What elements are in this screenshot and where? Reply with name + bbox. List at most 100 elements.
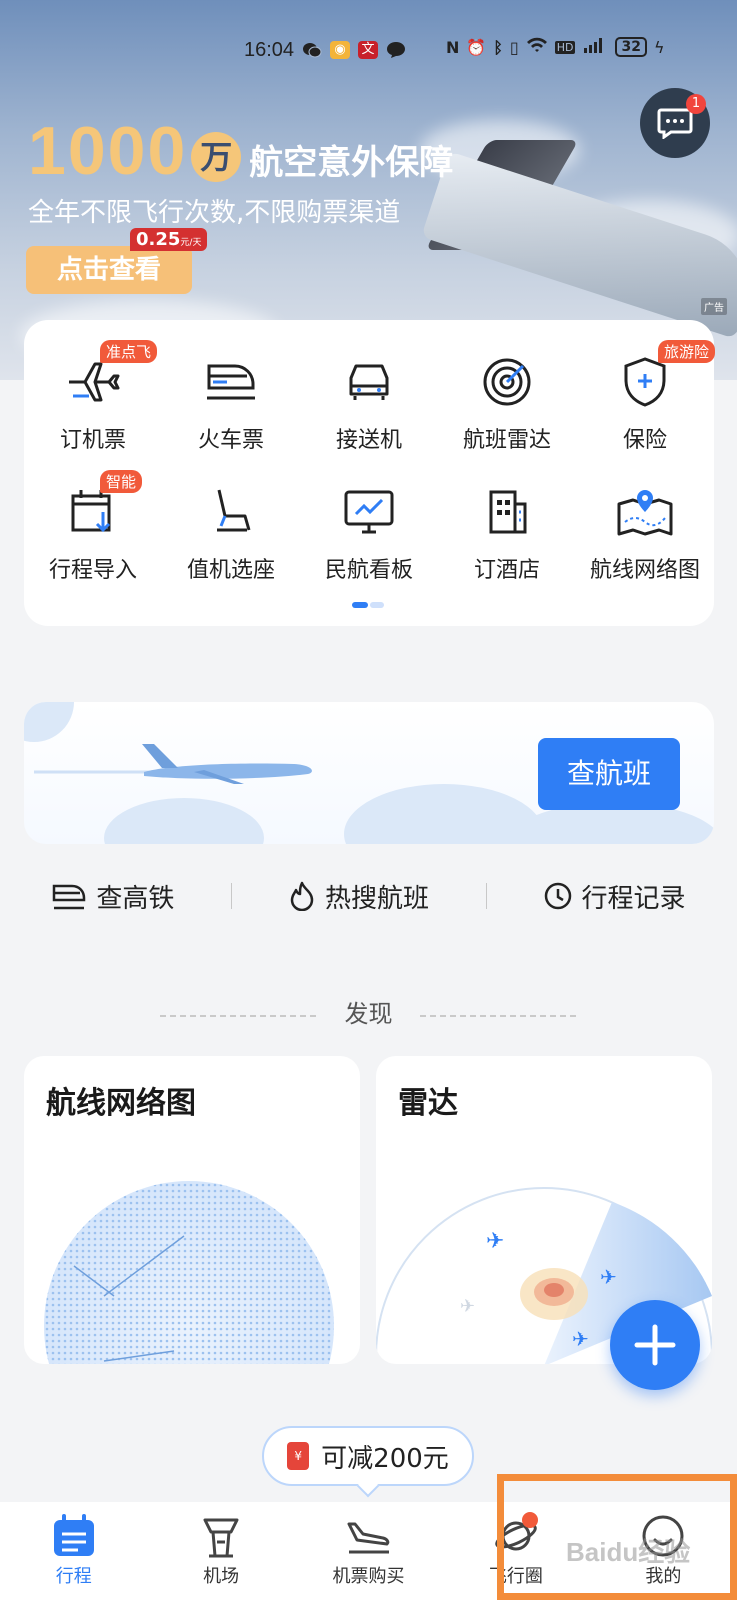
quick-link-label: 查高铁	[96, 883, 175, 914]
discover-heading: 发现	[344, 1000, 393, 1028]
grid-item-label: 民航看板	[324, 558, 413, 583]
red-packet-icon: ¥	[287, 1442, 310, 1470]
discover-card-title: 航线网络图	[46, 1086, 196, 1121]
status-time: 16:04	[244, 38, 295, 61]
car-icon	[339, 354, 399, 410]
grid-item-book-flight[interactable]: 订机票 准点飞	[24, 340, 162, 454]
airport-tower-icon	[203, 1518, 239, 1558]
add-button[interactable]	[610, 1300, 700, 1390]
divider	[485, 883, 487, 909]
fire-icon	[290, 881, 314, 911]
bubble-tail	[356, 1474, 380, 1498]
ad-title: 航空意外保障	[249, 143, 454, 183]
watermark: Baidu经验	[566, 1537, 691, 1567]
train-icon	[53, 884, 86, 910]
page-dot-active	[352, 602, 368, 608]
grid-item-book-hotel[interactable]: 订酒店	[438, 474, 576, 584]
discover-card-route-map[interactable]: 航线网络图	[24, 1056, 360, 1364]
tab-label: 机票购买	[332, 1566, 405, 1587]
quick-links: 查高铁 热搜航班 行程记录	[24, 872, 714, 920]
grid-item-label: 行程导入	[48, 558, 137, 583]
plus-icon	[634, 1324, 676, 1366]
quick-link-high-speed-rail[interactable]: 查高铁	[52, 878, 174, 915]
grid-item-label: 火车票	[197, 428, 264, 453]
airplane-illustration	[34, 744, 312, 784]
message-badge: 1	[686, 94, 706, 114]
bluetooth-icon: ᛒ	[493, 37, 503, 57]
grid-item-route-map[interactable]: 航线网络图	[576, 474, 714, 584]
grid-item-label: 订酒店	[473, 558, 540, 583]
train-icon	[201, 354, 261, 410]
battery-level: 32	[615, 37, 647, 57]
discover-card-title: 雷达	[398, 1086, 458, 1121]
itinerary-icon	[53, 1514, 94, 1556]
quick-link-label: 行程记录	[581, 883, 686, 914]
service-grid: 订机票 准点飞 火车票 接送机 航班雷达 保险 旅游险 行程导入 智能 值机选座…	[24, 340, 716, 584]
globe-illustration	[44, 1181, 334, 1364]
ad-unit: 万	[191, 132, 242, 182]
ad-price-tag: 0.25元/天	[130, 228, 208, 251]
tab-airport[interactable]: 机场	[147, 1502, 294, 1600]
coupon-bubble[interactable]: ¥ 可减200元	[262, 1426, 474, 1498]
ad-amount: 1000	[28, 113, 188, 189]
svg-text:✈: ✈	[600, 1265, 617, 1289]
radar-icon	[477, 354, 537, 410]
hd-icon: HD	[554, 40, 576, 54]
charging-icon: ϟ	[653, 37, 665, 57]
grid-item-label: 订机票	[59, 428, 126, 453]
page-dot	[370, 602, 384, 608]
coupon-text: 可减200元	[321, 1443, 449, 1474]
grid-item-badge: 智能	[100, 470, 143, 493]
grid-item-label: 接送机	[335, 428, 402, 453]
dashboard-icon	[339, 484, 399, 540]
grid-item-label: 值机选座	[186, 558, 275, 583]
wechat-icon	[302, 41, 322, 59]
plane-landing-icon	[347, 1522, 389, 1554]
divider	[231, 883, 233, 909]
chat-icon	[657, 108, 693, 139]
grid-item-aviation-dashboard[interactable]: 民航看板	[300, 474, 438, 584]
app-notification-icon: ◉	[330, 41, 351, 59]
grid-item-flight-radar[interactable]: 航班雷达	[438, 344, 576, 454]
hotel-icon	[477, 484, 537, 540]
grid-item-label: 航线网络图	[589, 558, 700, 583]
grid-item-trip-import[interactable]: 行程导入 智能	[24, 470, 162, 584]
grid-item-airport-transfer[interactable]: 接送机	[300, 344, 438, 454]
grid-page-indicator	[352, 602, 384, 608]
grid-item-badge: 旅游险	[658, 340, 716, 363]
tab-label: 机场	[203, 1566, 240, 1587]
grid-item-checkin-seat[interactable]: 值机选座	[162, 474, 300, 584]
svg-text:✈: ✈	[460, 1296, 475, 1317]
alarm-icon: ⏰	[466, 37, 487, 57]
divider-right	[420, 1015, 576, 1017]
svg-text:✈: ✈	[486, 1229, 504, 1254]
tab-label: 行程	[55, 1566, 92, 1587]
message-icon	[386, 41, 406, 59]
clock-icon	[544, 882, 571, 910]
grid-item-badge: 准点飞	[100, 340, 158, 363]
service-grid-card: 订机票 准点飞 火车票 接送机 航班雷达 保险 旅游险 行程导入 智能 值机选座…	[24, 320, 716, 626]
wifi-icon	[526, 36, 548, 58]
grid-item-insurance[interactable]: 保险 旅游险	[576, 340, 716, 454]
vibrate-icon: ▯	[509, 37, 519, 57]
plane-wing-image	[421, 151, 737, 339]
signal-icon	[582, 36, 608, 58]
quick-link-trip-records[interactable]: 行程记录	[544, 878, 686, 915]
search-flight-button[interactable]: 查航班	[538, 738, 680, 810]
customer-service-button[interactable]: 1	[640, 88, 710, 158]
flight-search-card[interactable]: 查航班	[24, 702, 714, 844]
quick-link-label: 热搜航班	[324, 883, 429, 914]
nfc-icon: N	[446, 37, 460, 57]
seat-icon	[201, 484, 261, 540]
status-bar-left: 16:04 ◉ 文	[244, 36, 406, 64]
grid-item-train-ticket[interactable]: 火车票	[162, 344, 300, 454]
grid-item-label: 航班雷达	[462, 428, 551, 453]
quick-link-hot-flights[interactable]: 热搜航班	[289, 878, 429, 915]
ad-headline: 1000 万 航空意外保障	[28, 112, 453, 190]
ad-label: 广告	[701, 298, 727, 315]
ad-view-button[interactable]: 点击查看	[26, 246, 192, 294]
tab-buy-ticket[interactable]: 机票购买	[295, 1502, 442, 1600]
ad-subtitle: 全年不限飞行次数,不限购票渠道	[28, 198, 401, 228]
grid-item-label: 保险	[622, 428, 667, 453]
tab-itinerary[interactable]: 行程	[0, 1502, 147, 1600]
